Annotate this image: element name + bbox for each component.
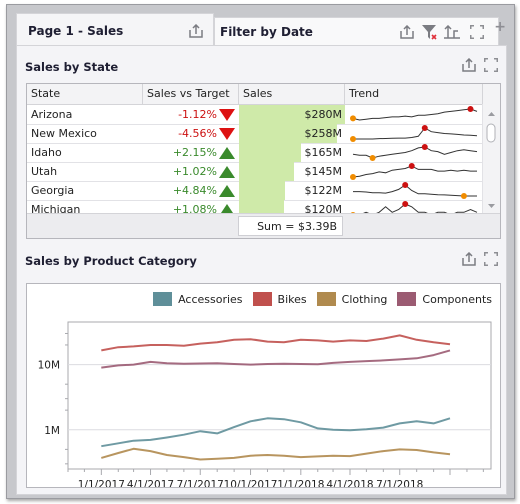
vertical-scrollbar[interactable]	[482, 104, 500, 216]
export-icon[interactable]	[400, 24, 414, 39]
dashboard-page: Sales by State State Sales vs Target Sal…	[16, 45, 507, 495]
cell-state: Idaho	[31, 146, 62, 159]
trend-sparkline	[350, 106, 478, 122]
table-row[interactable]: Arizona -1.12% $280M	[27, 105, 482, 125]
cell-sales: $280M	[304, 108, 343, 121]
dashboard-frame: Page 1 - Sales Filter by Date + Sales by…	[6, 4, 515, 499]
sparkline-max-point	[402, 201, 409, 207]
cell-sales-vs-target: -4.56%	[178, 127, 217, 140]
scroll-thumb	[486, 123, 496, 143]
tab-label: Page 1 - Sales	[28, 23, 124, 38]
cell-state: Arizona	[31, 108, 73, 121]
cell-sales: $165M	[304, 146, 343, 159]
x-tick-label: 7/1/2017	[177, 479, 224, 487]
sparkline-max-point	[408, 163, 415, 169]
plot-area	[67, 321, 492, 470]
maximize-icon[interactable]	[484, 58, 498, 75]
cell-sales: $258M	[304, 127, 343, 140]
cell-sales-vs-target: +2.15%	[172, 146, 217, 159]
x-tick-label: 7/1/2018	[376, 479, 423, 487]
sparkline-path	[352, 165, 477, 178]
x-tick-label: 10/1/2017	[224, 479, 278, 487]
trend-sparkline	[352, 144, 478, 161]
sparkline-max-point	[402, 182, 409, 188]
column-header-sales-vs-target[interactable]: Sales vs Target	[143, 84, 239, 104]
x-tick-label: 1/1/2017	[78, 479, 125, 487]
total-sum: Sum = $3.39B	[238, 216, 343, 236]
cell-state: Georgia	[31, 184, 75, 197]
cell-sales-vs-target: +4.84%	[172, 184, 217, 197]
cell-sales: $145M	[304, 165, 343, 178]
sales-by-state-title: Sales by State	[25, 60, 119, 74]
arrow-down-icon	[219, 109, 235, 121]
y-tick-label: 10M	[38, 360, 60, 372]
arrow-up-icon	[219, 147, 235, 159]
grid-footer: Sum = $3.39B	[27, 213, 500, 238]
sparkline-min-point	[350, 115, 356, 122]
drill-up-icon[interactable]	[444, 24, 460, 39]
trend-sparkline	[353, 182, 477, 199]
table-row[interactable]: New Mexico -4.56% $258M	[27, 124, 482, 144]
sparkline-max-point	[421, 144, 428, 150]
clear-filter-icon[interactable]	[422, 24, 438, 40]
sparkline-path	[352, 108, 478, 121]
table-row[interactable]: Idaho +2.15% $165M	[27, 143, 482, 163]
sales-by-state-grid: State Sales vs Target Sales Trend Arizon…	[26, 83, 501, 239]
tab-page-1-sales[interactable]: Page 1 - Sales	[16, 13, 214, 47]
cell-sales-vs-target: +1.02%	[172, 165, 217, 178]
cell-sales-vs-target: -1.12%	[178, 108, 217, 121]
sparkline-min-point	[350, 136, 356, 142]
trend-sparkline	[350, 163, 477, 180]
sparkline-path	[353, 127, 478, 140]
sales-by-product-toolbar	[462, 251, 498, 269]
sparkline-min-point	[460, 193, 467, 199]
export-icon[interactable]	[462, 251, 476, 269]
sparkline-min-point	[350, 174, 356, 180]
grid-header: State Sales vs Target Sales Trend	[27, 84, 500, 105]
export-icon[interactable]	[462, 57, 476, 75]
tab-label: Filter by Date	[220, 24, 313, 39]
sparkline-min-point	[369, 155, 376, 161]
cell-state: Utah	[31, 165, 58, 178]
sparkline-path	[353, 184, 477, 197]
arrow-up-icon	[219, 166, 235, 178]
x-tick-label: 1/1/2018	[277, 479, 324, 487]
column-header-trend[interactable]: Trend	[345, 84, 483, 104]
sparkline-max-point	[421, 125, 428, 131]
line-chart: 1M 10M 1/1/2017 4/1/2017 7/1/2017 10/1/2017 1/…	[38, 321, 492, 487]
table-row[interactable]: Georgia +4.84% $122M	[27, 181, 482, 201]
arrow-up-icon	[219, 185, 235, 197]
arrow-down-icon	[219, 128, 235, 140]
maximize-icon[interactable]	[484, 252, 498, 269]
maximize-icon[interactable]	[470, 24, 484, 39]
table-row[interactable]: Utah +1.02% $145M	[27, 162, 482, 182]
add-page-button[interactable]: +	[494, 19, 506, 35]
tab-strip: Page 1 - Sales Filter by Date +	[11, 9, 510, 47]
sales-by-product-title: Sales by Product Category	[25, 254, 197, 268]
cell-state: New Mexico	[31, 127, 97, 140]
export-icon[interactable]	[189, 23, 203, 38]
sales-by-product-chart: Accessories Bikes Clothing Components 1M 10M…	[26, 283, 501, 488]
tab-filter-by-date[interactable]: Filter by Date	[214, 17, 499, 46]
y-tick-label: 1M	[44, 425, 60, 437]
scroll-up-arrow	[488, 112, 495, 116]
scroll-down-arrow	[488, 204, 495, 208]
trend-sparkline	[350, 125, 478, 142]
column-header-sales[interactable]: Sales	[239, 84, 345, 104]
column-header-state[interactable]: State	[27, 84, 143, 104]
sales-by-state-toolbar	[462, 57, 498, 75]
sparkline-max-point	[467, 106, 474, 112]
x-tick-label: 4/1/2018	[326, 479, 373, 487]
x-tick-label: 4/1/2017	[127, 479, 174, 487]
cell-sales: $122M	[304, 184, 343, 197]
